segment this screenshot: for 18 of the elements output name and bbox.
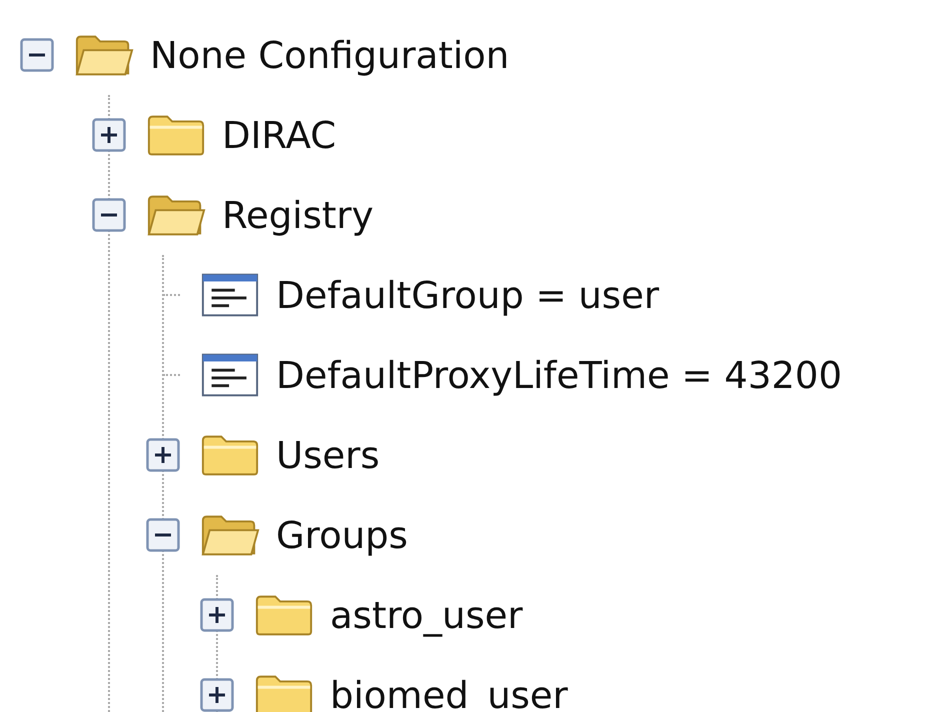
- text-lines-icon: [200, 272, 260, 318]
- expand-icon[interactable]: [92, 118, 126, 152]
- folder-label[interactable]: DIRAC: [222, 114, 336, 156]
- collapse-icon[interactable]: [20, 38, 54, 72]
- folder-label[interactable]: Users: [276, 434, 380, 476]
- folder-label[interactable]: biomed_user: [330, 674, 568, 712]
- collapse-icon[interactable]: [146, 518, 180, 552]
- expand-icon[interactable]: [200, 598, 234, 632]
- expand-icon[interactable]: [146, 438, 180, 472]
- option-label[interactable]: DefaultProxyLifeTime = 43200: [276, 354, 842, 396]
- text-lines-icon: [200, 352, 260, 398]
- folder-label[interactable]: None Configuration: [150, 34, 510, 76]
- expand-icon[interactable]: [200, 678, 234, 712]
- folder-label[interactable]: Groups: [276, 514, 408, 556]
- option-label[interactable]: DefaultGroup = user: [276, 274, 660, 316]
- folder-label[interactable]: Registry: [222, 194, 374, 236]
- collapse-icon[interactable]: [92, 198, 126, 232]
- folder-label[interactable]: astro_user: [330, 594, 523, 636]
